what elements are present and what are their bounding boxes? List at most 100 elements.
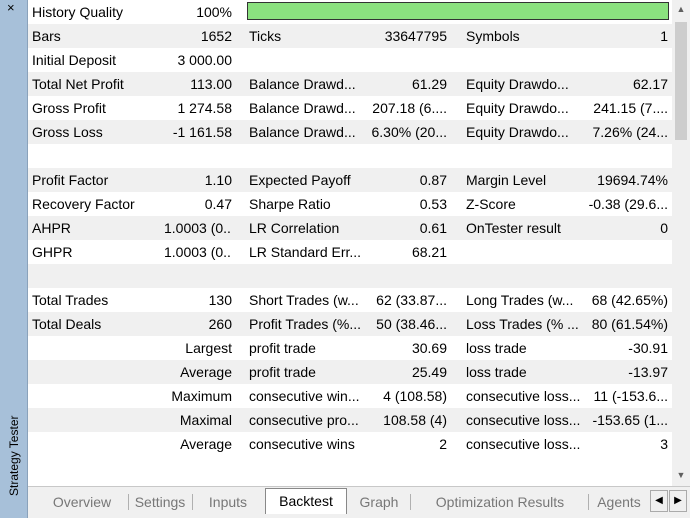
trade-stat-row: Average profit trade 25.49 loss trade -13.97 (28, 360, 672, 384)
result-row: Total Trades 130 Short Trades (w... 62 (33.… (28, 288, 672, 312)
cell-c2: 3 000.00 (177, 52, 233, 68)
cell-c3 (249, 144, 367, 168)
cell-c4: 62 (33.87... (376, 292, 447, 308)
cell-c6: 80 (61.54%) (591, 316, 668, 332)
trade-stat-label: Average (180, 364, 232, 380)
cell-c2 (164, 144, 232, 168)
cell-c2: 113.00 (190, 76, 232, 92)
cell-c1: Initial Deposit (32, 52, 117, 68)
close-icon[interactable]: × (7, 1, 15, 15)
vertical-scrollbar[interactable]: ▲ ▼ (672, 0, 690, 488)
cell-c2: 0.47 (204, 196, 232, 212)
cell-c5: Margin Level (466, 172, 547, 188)
cell-c5: Symbols (466, 28, 520, 44)
cell-c3: profit trade (249, 364, 316, 380)
result-row: Profit Factor 1.10 Expected Payoff 0.87 Marg… (28, 168, 672, 192)
cell-c4 (367, 48, 447, 72)
cell-c2: 1.0003 (0.... (164, 244, 232, 260)
cell-c6: 7.26% (24... (592, 124, 669, 140)
cell-c6: 68 (42.65%) (591, 292, 668, 308)
cell-c2: 1652 (200, 28, 232, 44)
cell-c4 (367, 144, 447, 168)
tab-optimization-results[interactable]: Optimization Results (412, 491, 589, 513)
cell-c5: Loss Trades (% ... (466, 316, 579, 332)
cell-c2: 1.10 (204, 172, 232, 188)
history-quality-value: 100% (196, 4, 232, 20)
cell-c2: 1 274.58 (177, 100, 233, 116)
cell-c5 (466, 240, 584, 264)
scroll-up-icon[interactable]: ▲ (672, 0, 690, 18)
backtest-results-grid: History Quality 100% Bars 1652 Ticks 336477… (28, 0, 672, 476)
cell-c6: -0.38 (29.6... (588, 196, 668, 212)
cell-c4: 6.30% (20... (371, 124, 448, 140)
cell-c6: 62.17 (632, 76, 668, 92)
trade-stat-row: Maximal consecutive pro... 108.58 (4) conse… (28, 408, 672, 432)
cell-c5: loss trade (466, 340, 527, 356)
cell-c1 (32, 264, 164, 288)
tab-graph[interactable]: Graph (348, 491, 411, 513)
cell-c1 (32, 144, 164, 168)
cell-c3: consecutive win... (249, 388, 360, 404)
cell-c2: -1 161.58 (172, 124, 232, 140)
cell-c6: 3 (660, 436, 668, 452)
tab-agents[interactable]: Agents (588, 491, 650, 513)
tab-inputs[interactable]: Inputs (194, 491, 262, 513)
cell-c2: 130 (208, 292, 232, 308)
cell-c5: Equity Drawdo... (466, 124, 569, 140)
scroll-down-icon[interactable]: ▼ (672, 466, 690, 484)
cell-c4: 33647795 (384, 28, 447, 44)
cell-c4: 108.58 (4) (383, 412, 447, 428)
cell-c3 (249, 264, 367, 288)
cell-c4: 30.69 (411, 340, 447, 356)
result-row: Total Net Profit 113.00 Balance Drawd... 61… (28, 72, 672, 96)
cell-c5: consecutive loss... (466, 436, 581, 452)
strategy-tester-sidebar: × Strategy Tester (0, 0, 28, 518)
tab-backtest[interactable]: Backtest (265, 488, 347, 514)
cell-c1: AHPR (32, 220, 71, 236)
sidebar-title: Strategy Tester (7, 415, 21, 496)
cell-c2 (164, 264, 232, 288)
cell-c3 (249, 48, 367, 72)
cell-c6: 1 (660, 28, 668, 44)
cell-c1: Gross Loss (32, 124, 103, 140)
tab-scroll-left-icon[interactable]: ◀ (650, 490, 668, 512)
cell-c3: Sharpe Ratio (249, 196, 331, 212)
result-row: Gross Profit 1 274.58 Balance Drawd... 207.… (28, 96, 672, 120)
cell-c1: Bars (32, 28, 61, 44)
cell-c4: 50 (38.46... (376, 316, 447, 332)
cell-c6 (584, 48, 668, 72)
cell-c1: GHPR (32, 244, 73, 260)
cell-c6 (584, 144, 668, 168)
cell-c4: 25.49 (411, 364, 447, 380)
history-quality-row: History Quality 100% (28, 0, 672, 24)
cell-c2: 1.0003 (0.... (164, 220, 232, 236)
cell-c6: 241.15 (7.... (593, 100, 668, 116)
cell-c5: consecutive loss... (466, 412, 581, 428)
trade-stat-row: Largest profit trade 30.69 loss trade -30.91 (28, 336, 672, 360)
cell-c5: consecutive loss... (466, 388, 581, 404)
cell-c6: -30.91 (628, 340, 668, 356)
cell-c1: Total Net Profit (32, 76, 124, 92)
cell-c6 (584, 240, 668, 264)
tab-scroll-right-icon[interactable]: ▶ (669, 490, 687, 512)
tab-bar: Overview Settings Inputs Backtest Graph … (28, 486, 690, 518)
trade-stat-row: Average consecutive wins 2 consecutive loss… (28, 432, 672, 456)
cell-c3: Balance Drawd... (249, 124, 356, 140)
result-row (28, 264, 672, 288)
trade-stat-label: Largest (185, 340, 232, 356)
result-row: GHPR 1.0003 (0.... LR Standard Err... 68.21 (28, 240, 672, 264)
cell-c3: Expected Payoff (249, 172, 351, 188)
cell-c3: LR Correlation (249, 220, 340, 236)
cell-c4: 207.18 (6.... (372, 100, 447, 116)
cell-c5 (466, 144, 584, 168)
cell-c3: Balance Drawd... (249, 100, 356, 116)
cell-c3: LR Standard Err... (249, 244, 362, 260)
scrollbar-thumb[interactable] (675, 22, 687, 140)
cell-c6 (584, 264, 668, 288)
cell-c6: 0 (660, 220, 668, 236)
cell-c3: Short Trades (w... (249, 292, 359, 308)
cell-c1: Gross Profit (32, 100, 106, 116)
cell-c1: Profit Factor (32, 172, 109, 188)
tab-overview[interactable]: Overview (36, 491, 129, 513)
tab-settings[interactable]: Settings (128, 491, 193, 513)
